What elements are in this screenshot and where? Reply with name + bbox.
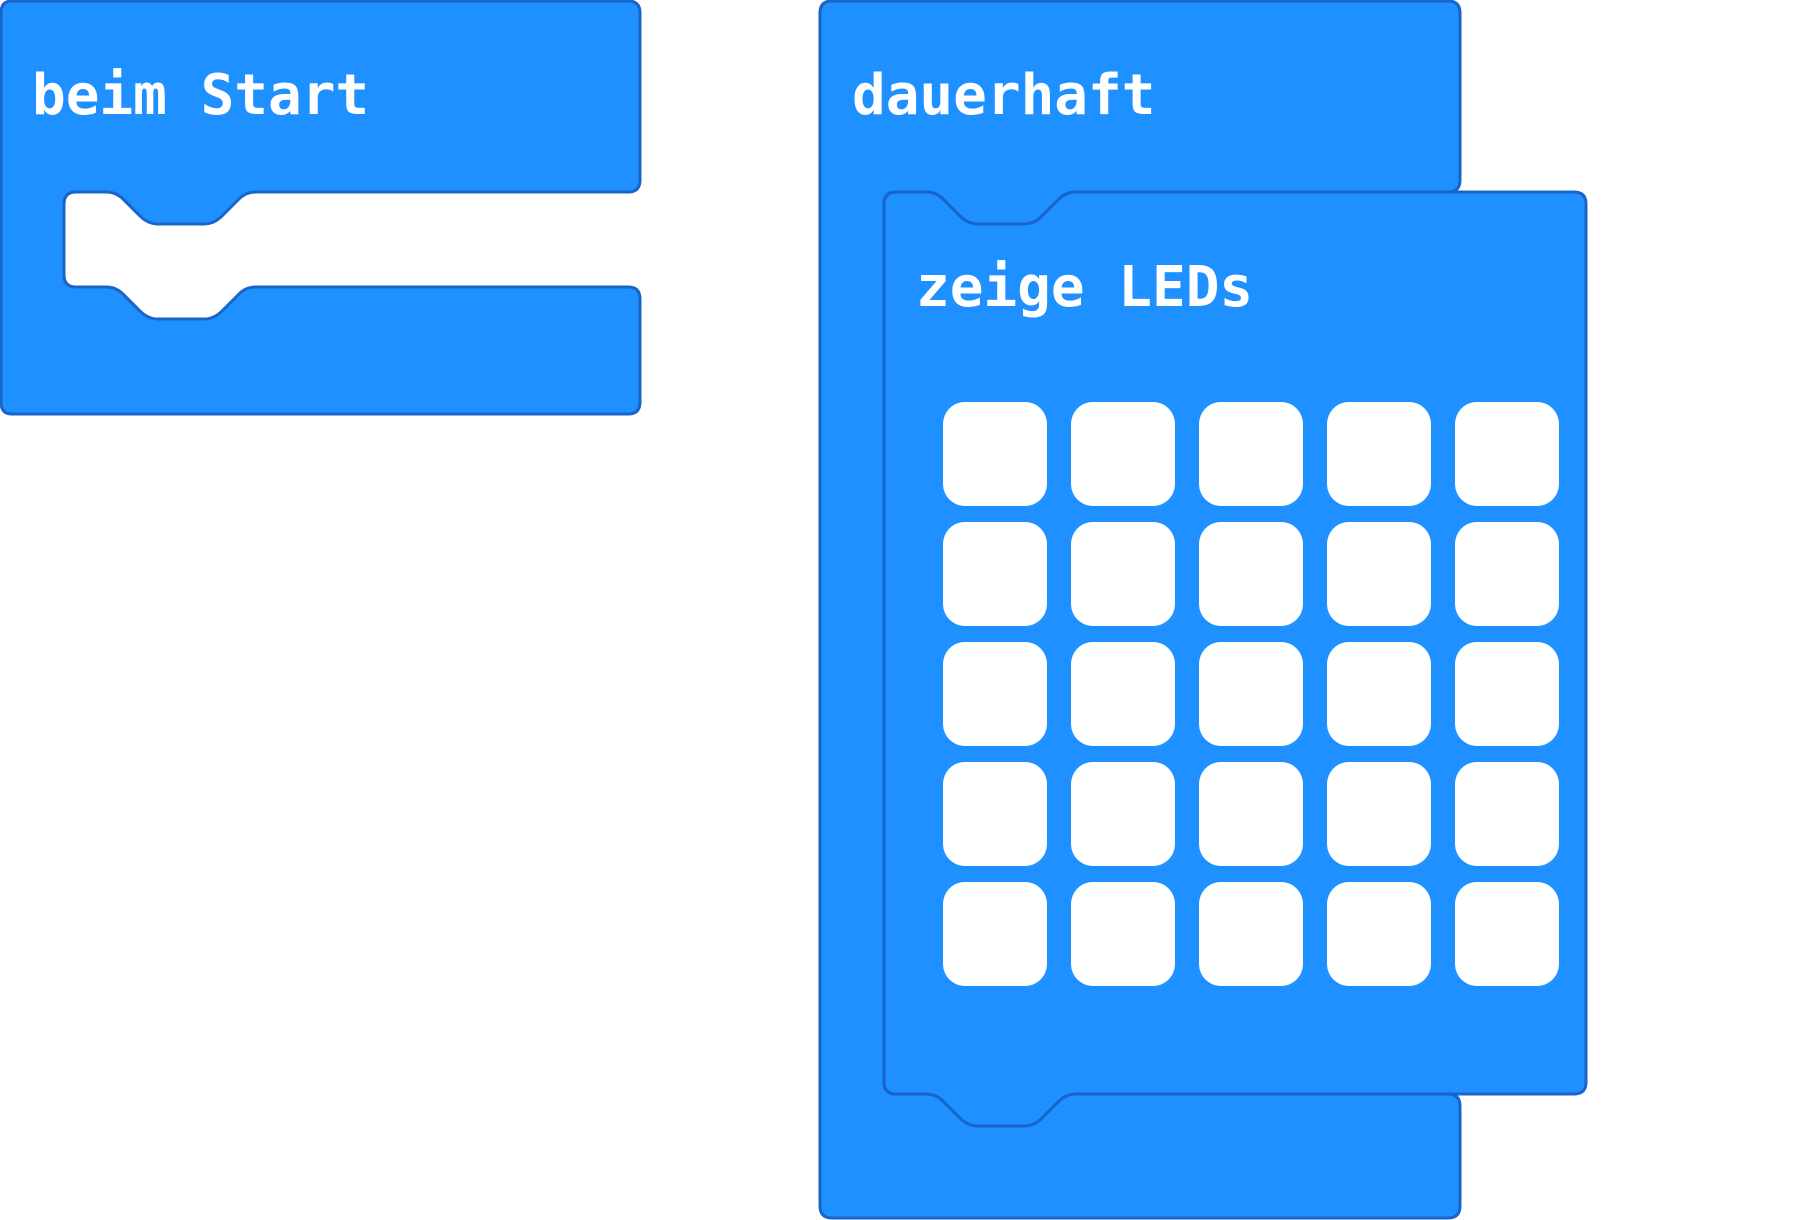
forever-label: dauerhaft [852, 63, 1156, 128]
led-cell-3-1[interactable] [1071, 762, 1175, 866]
blocks-workspace: beim Start dauerhaft zeige LEDs [0, 0, 1796, 1220]
led-cell-4-0[interactable] [943, 882, 1047, 986]
led-cell-1-2[interactable] [1199, 522, 1303, 626]
led-cell-2-0[interactable] [943, 642, 1047, 746]
led-cell-2-3[interactable] [1327, 642, 1431, 746]
led-cell-0-1[interactable] [1071, 402, 1175, 506]
led-cell-4-4[interactable] [1455, 882, 1559, 986]
led-cell-2-4[interactable] [1455, 642, 1559, 746]
led-cell-1-4[interactable] [1455, 522, 1559, 626]
on-start-label: beim Start [32, 63, 370, 128]
led-cell-2-1[interactable] [1071, 642, 1175, 746]
led-cell-3-2[interactable] [1199, 762, 1303, 866]
led-cell-1-3[interactable] [1327, 522, 1431, 626]
led-cell-2-2[interactable] [1199, 642, 1303, 746]
led-cell-0-0[interactable] [943, 402, 1047, 506]
led-cell-3-0[interactable] [943, 762, 1047, 866]
led-cell-4-3[interactable] [1327, 882, 1431, 986]
show-leds-label: zeige LEDs [916, 255, 1254, 320]
led-cell-4-1[interactable] [1071, 882, 1175, 986]
led-cell-1-1[interactable] [1071, 522, 1175, 626]
led-cell-1-0[interactable] [943, 522, 1047, 626]
led-cell-3-3[interactable] [1327, 762, 1431, 866]
led-cell-4-2[interactable] [1199, 882, 1303, 986]
led-cell-0-3[interactable] [1327, 402, 1431, 506]
led-cell-3-4[interactable] [1455, 762, 1559, 866]
led-cell-0-2[interactable] [1199, 402, 1303, 506]
led-cell-0-4[interactable] [1455, 402, 1559, 506]
